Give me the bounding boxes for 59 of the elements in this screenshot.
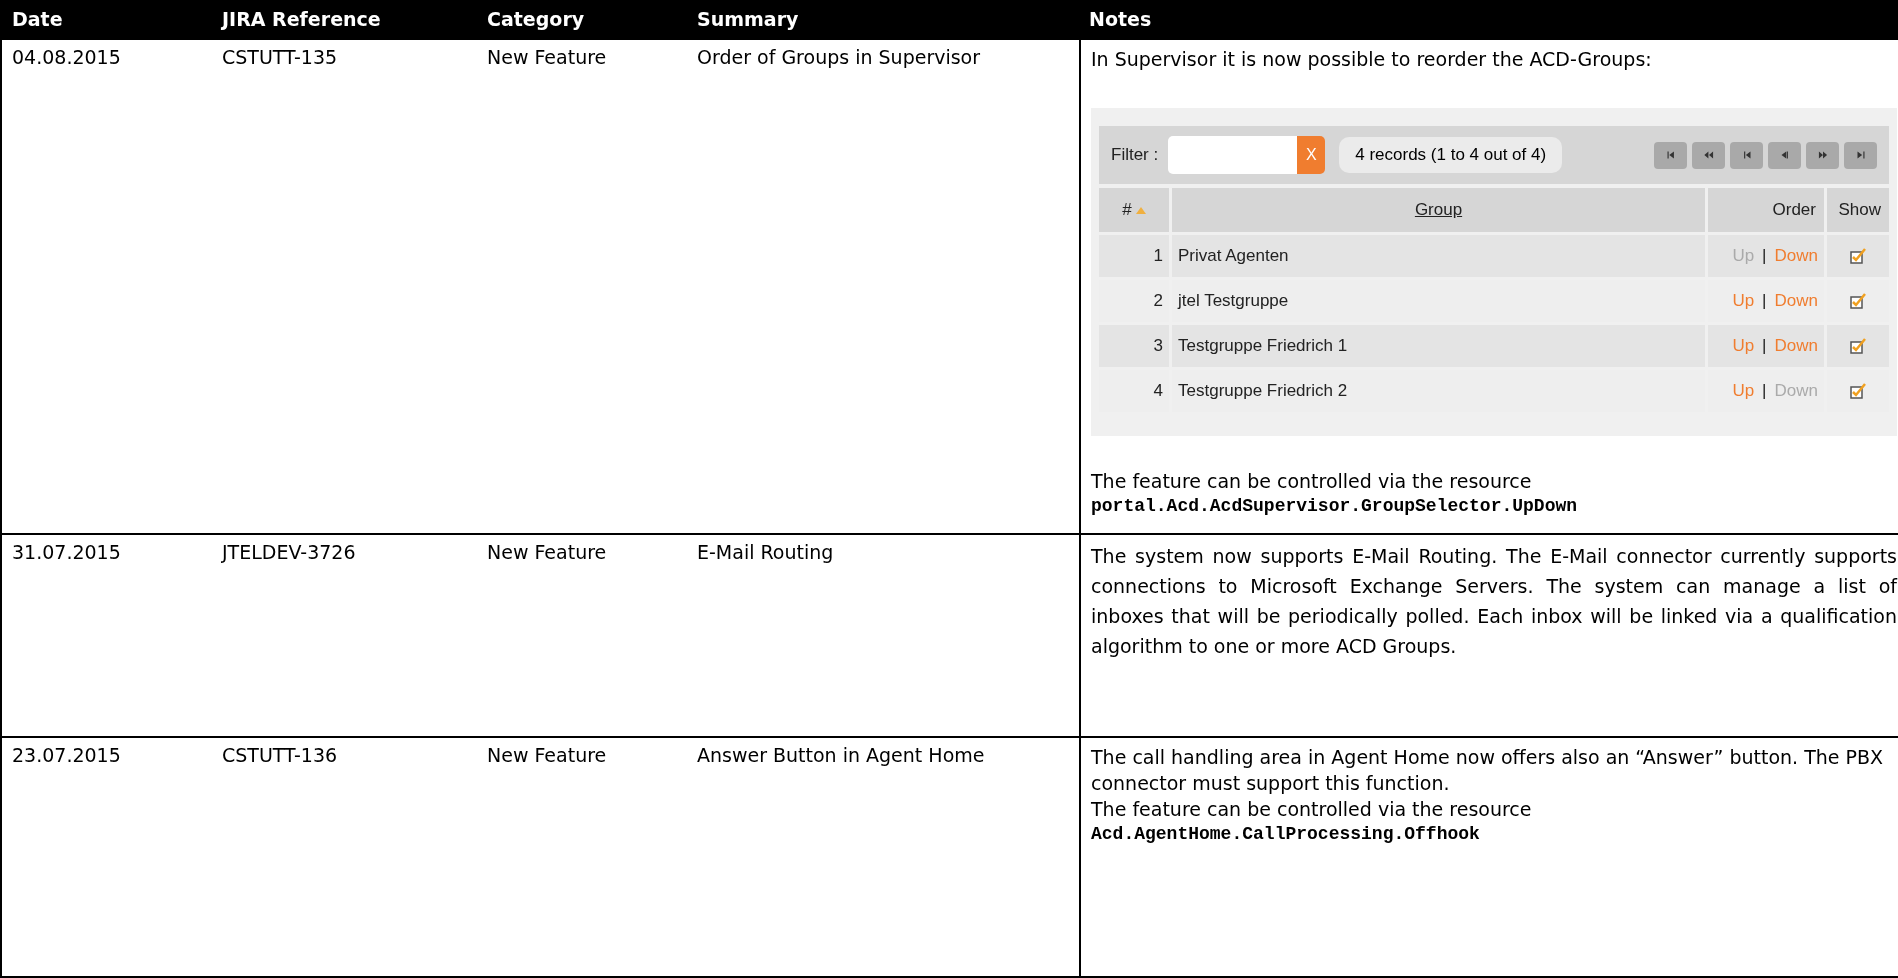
- down-link[interactable]: Down: [1774, 246, 1818, 266]
- reference-cell: JTELDEV-3726: [212, 535, 477, 738]
- pager-button[interactable]: [1692, 141, 1725, 169]
- column-header: Summary: [687, 0, 1079, 40]
- up-link[interactable]: Up: [1732, 381, 1755, 401]
- reference-cell: CSTUTT-136: [212, 738, 477, 978]
- date-cell: 04.08.2015: [2, 40, 212, 535]
- filter-field[interactable]: [1168, 136, 1298, 174]
- up-link[interactable]: Up: [1732, 336, 1755, 356]
- note-text: In Supervisor it is now possible to reorder the ACD-Groups:: [1091, 47, 1653, 72]
- pager-button[interactable]: [1844, 141, 1877, 169]
- column-header[interactable]: #: [1099, 188, 1169, 232]
- sort-ascending-icon: [1135, 206, 1146, 214]
- pager-button[interactable]: [1730, 141, 1763, 169]
- checkbox-icon[interactable]: [1850, 248, 1866, 264]
- separator: |: [1762, 381, 1767, 401]
- group-name: Testgruppe Friedrich 1: [1172, 325, 1705, 367]
- column-header: Order: [1708, 188, 1824, 232]
- pager-button[interactable]: [1654, 141, 1687, 169]
- separator: |: [1762, 291, 1767, 311]
- row-number: 3: [1099, 325, 1169, 367]
- date-cell: 23.07.2015: [2, 738, 212, 978]
- clear-filter-button[interactable]: X: [1297, 136, 1326, 174]
- column-header: Notes: [1079, 0, 1898, 40]
- filter-label: Filter :: [1111, 145, 1159, 165]
- resource-name: portal.Acd.AcdSupervisor.GroupSelector.UpDown: [1091, 495, 1579, 518]
- column-header: Category: [477, 0, 687, 40]
- summary-cell: Order of Groups in Supervisor: [687, 40, 1079, 535]
- category-cell: New Feature: [477, 535, 687, 738]
- column-header[interactable]: Group: [1172, 188, 1705, 232]
- up-link[interactable]: Up: [1732, 246, 1755, 266]
- separator: |: [1762, 246, 1767, 266]
- note-text: The feature can be controlled via the resource: [1091, 469, 1533, 494]
- up-link[interactable]: Up: [1732, 291, 1755, 311]
- note-text: The call handling area in Agent Home now offers also an “Answer” button. The PBX connector must support this function.: [1091, 745, 1885, 796]
- category-cell: New Feature: [477, 40, 687, 535]
- down-link[interactable]: Down: [1774, 381, 1818, 401]
- checkbox-icon[interactable]: [1850, 338, 1866, 354]
- records-count: 4 records (1 to 4 out of 4): [1339, 137, 1563, 173]
- summary-cell: E-Mail Routing: [687, 535, 1079, 738]
- pager-button[interactable]: [1806, 141, 1839, 169]
- column-header: JIRA Reference: [212, 0, 477, 40]
- checkbox-icon[interactable]: [1850, 293, 1866, 309]
- separator: |: [1762, 336, 1767, 356]
- column-header: Show: [1827, 188, 1889, 232]
- column-header: Date: [2, 0, 212, 40]
- down-link[interactable]: Down: [1774, 336, 1818, 356]
- date-cell: 31.07.2015: [2, 535, 212, 738]
- note-text: The system now supports E-Mail Routing. The E-Mail connector currently supports connections to Microsoft Exchange Servers. The system can manage a list of inboxes that will be periodically polled. Each inbox will be linked via a qualification algorithm to one or more ACD Groups.: [1091, 544, 1897, 659]
- summary-cell: Answer Button in Agent Home: [687, 738, 1079, 978]
- note-text: The feature can be controlled via the resource: [1091, 797, 1533, 822]
- resource-name: Acd.AgentHome.CallProcessing.Offhook: [1091, 823, 1481, 846]
- pager-button[interactable]: [1768, 141, 1801, 169]
- category-cell: New Feature: [477, 738, 687, 978]
- row-number: 1: [1099, 235, 1169, 277]
- down-link[interactable]: Down: [1774, 291, 1818, 311]
- reference-cell: CSTUTT-135: [212, 40, 477, 535]
- group-name: Privat Agenten: [1172, 235, 1705, 277]
- checkbox-icon[interactable]: [1850, 383, 1866, 399]
